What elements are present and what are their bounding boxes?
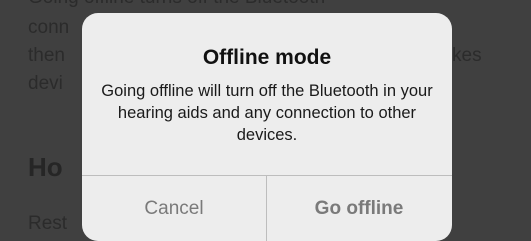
cancel-button[interactable]: Cancel xyxy=(82,176,266,241)
background-text-line: devi xyxy=(28,73,63,94)
background-text-line: Going offline turns off the Bluetooth xyxy=(28,0,325,10)
offline-mode-alert: Offline mode Going offline will turn off… xyxy=(82,13,452,241)
go-offline-button[interactable]: Go offline xyxy=(267,176,451,241)
background-text-line: then xyxy=(28,45,65,66)
background-text-fragment: kes xyxy=(452,45,482,66)
background-text-line: Rest xyxy=(28,213,68,234)
background-heading: Ho xyxy=(28,152,63,182)
alert-message: Going offline will turn off the Bluetoot… xyxy=(101,82,433,144)
alert-title: Offline mode xyxy=(202,46,332,69)
background-text-line: conn xyxy=(28,17,70,38)
